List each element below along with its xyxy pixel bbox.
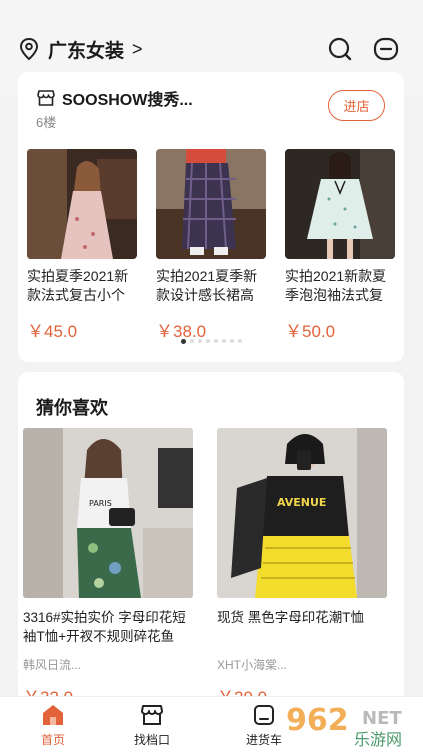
watermark-logo: 962 NET 乐游网 — [284, 700, 419, 748]
enter-store-button[interactable]: 进店 — [328, 90, 385, 121]
product-title: 实拍2021新款夏季泡泡袖法式复 — [285, 268, 387, 303]
product-description: 3316#实拍实价 字母印花短袖T恤+开衩不规则碎花鱼 — [23, 610, 186, 644]
carousel-dot — [221, 339, 226, 343]
section-title: 猜你喜欢 — [36, 398, 108, 418]
home-icon — [43, 705, 63, 725]
tab-home[interactable]: 首页 — [23, 703, 83, 748]
carousel-dot — [213, 339, 218, 343]
carousel-dot — [180, 338, 186, 344]
carousel-dot — [189, 339, 194, 343]
store-product-card[interactable]: 实拍2021新款夏季泡泡袖法式复 ￥50.0 — [285, 149, 395, 342]
location-label: 广东女装 — [48, 40, 125, 62]
store-icon — [141, 705, 163, 725]
product-image: PARIS — [23, 428, 193, 598]
store-product-card[interactable]: 实拍2021夏季新款设计感长裙高 ￥38.0 — [156, 149, 266, 342]
chevron-right-icon: > — [132, 38, 143, 59]
recommend-item[interactable]: PARIS 3316#实拍实价 字母印花短袖T恤+开衩不规则碎花鱼 韩风日流..… — [23, 428, 193, 702]
watermark-sub: 乐游网 — [354, 730, 402, 748]
svg-text:PARIS: PARIS — [89, 499, 112, 508]
store-name: SOOSHOW搜秀... — [62, 92, 193, 109]
store-floor: 6楼 — [36, 115, 57, 130]
search-icon[interactable] — [327, 36, 353, 62]
product-title: 实拍夏季2021新款法式复古小个 — [27, 268, 129, 303]
carousel-dot — [197, 339, 202, 343]
store-header[interactable]: SOOSHOW搜秀... — [36, 86, 193, 110]
carousel-dot — [205, 339, 210, 343]
message-icon[interactable] — [373, 36, 399, 62]
cart-icon — [254, 705, 274, 725]
product-title: 实拍2021夏季新款设计感长裙高 — [156, 268, 258, 303]
location-pin-icon — [19, 37, 39, 61]
product-image — [285, 149, 395, 259]
watermark-suffix: NET — [362, 708, 402, 729]
product-description: 现货 黑色字母印花潮T恤 — [217, 610, 364, 625]
location-selector[interactable]: 广东女装 > — [18, 36, 143, 62]
store-product-card[interactable]: 实拍夏季2021新款法式复古小个 ￥45.0 — [27, 149, 137, 342]
tab-label: 首页 — [40, 733, 65, 747]
carousel-dot — [237, 339, 242, 343]
store-icon — [37, 90, 55, 106]
recommend-section: 猜你喜欢 PARIS 3316#实拍实价 字母印花短袖T恤+开衩不规则碎花鱼 韩… — [18, 372, 404, 702]
shop-name: 韩风日流... — [23, 658, 82, 672]
shop-name: XHT小海棠... — [217, 658, 288, 672]
carousel-dot — [229, 339, 234, 343]
store-card: SOOSHOW搜秀... 6楼 进店 实拍夏季2021新款法式复古小个 ￥45.… — [18, 72, 404, 362]
tab-label: 找档口 — [133, 733, 170, 747]
product-image — [156, 149, 266, 259]
product-image — [27, 149, 137, 259]
product-image: AVENUE — [217, 428, 387, 598]
carousel-indicator — [18, 338, 404, 344]
tab-find-stall[interactable]: 找档口 — [122, 703, 182, 748]
recommend-item[interactable]: AVENUE 现货 黑色字母印花潮T恤 XHT小海棠... ￥29.0 拼团 — [217, 428, 387, 702]
watermark-brand: 962 — [286, 703, 349, 738]
svg-text:AVENUE: AVENUE — [277, 496, 326, 509]
